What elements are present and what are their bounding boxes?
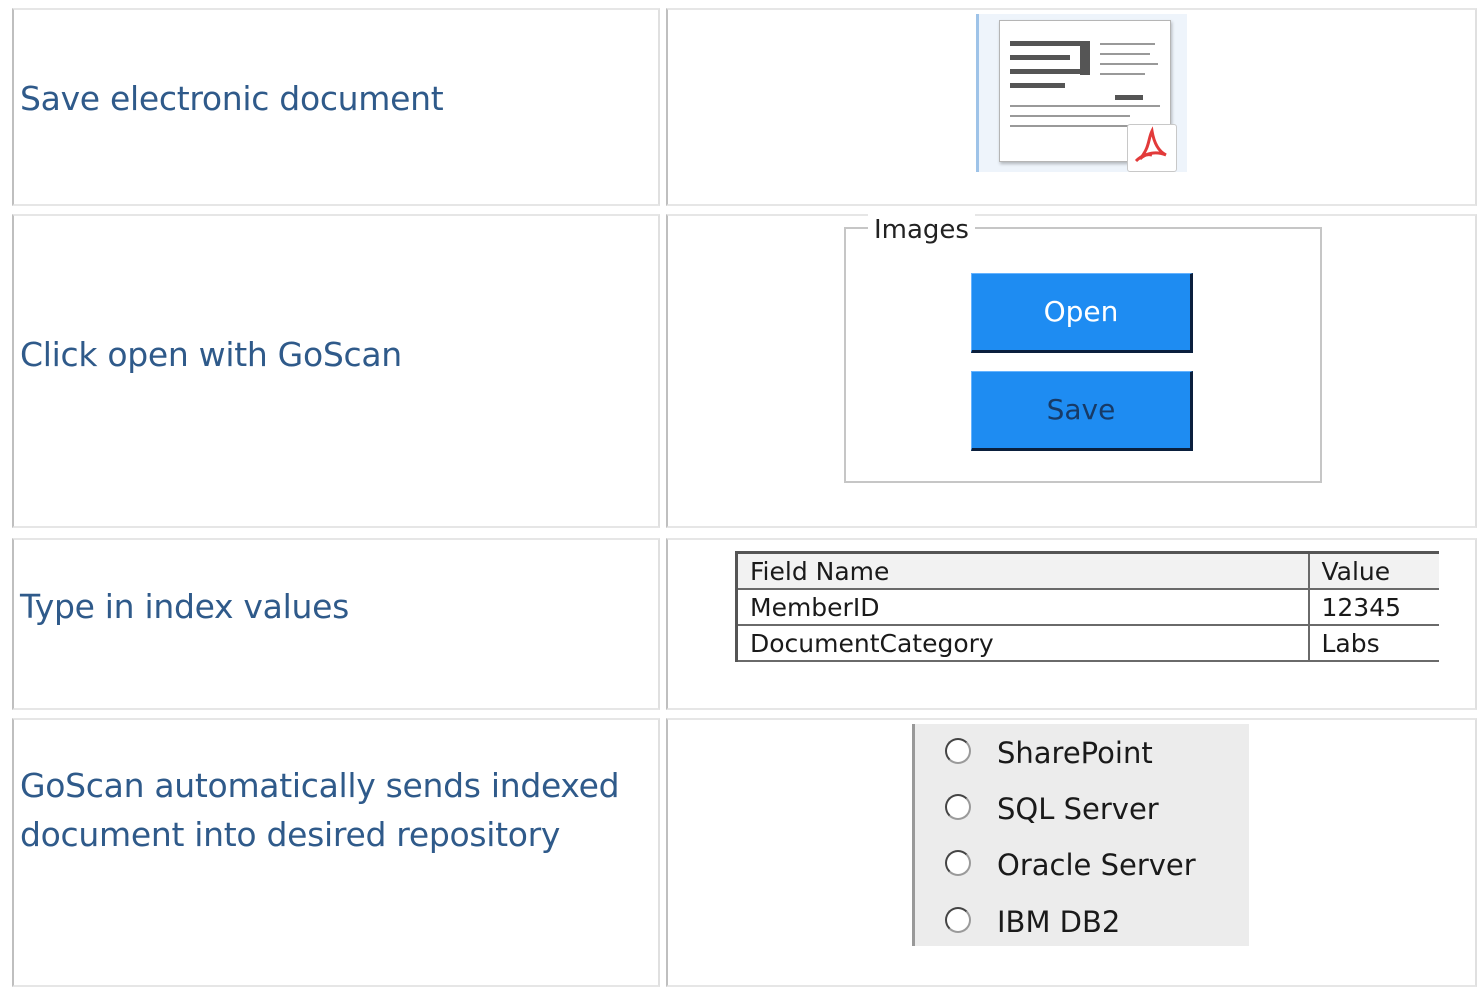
field-name-cell: DocumentCategory xyxy=(736,625,1310,662)
step-label-cell-3: Type in index values xyxy=(12,538,660,710)
radio-button-icon[interactable] xyxy=(945,850,971,876)
pdf-icon xyxy=(1127,124,1177,172)
scanned-document-thumbnail-icon xyxy=(976,14,1187,172)
radio-option-label: SharePoint xyxy=(997,736,1153,770)
open-button[interactable]: Open xyxy=(971,273,1193,353)
radio-option-label: SQL Server xyxy=(997,792,1159,826)
step-label-cell-2: Click open with GoScan xyxy=(12,214,660,528)
radio-button-icon[interactable] xyxy=(945,907,971,933)
value-cell[interactable]: 12345 xyxy=(1308,589,1439,626)
value-cell[interactable]: Labs xyxy=(1308,625,1439,662)
radio-option-label: IBM DB2 xyxy=(997,905,1121,939)
grid-header-value: Value xyxy=(1308,551,1439,590)
grid-header-row: Field Name Value xyxy=(736,551,1439,590)
radio-button-icon[interactable] xyxy=(945,738,971,764)
radio-option-label: Oracle Server xyxy=(997,848,1196,882)
table-row[interactable]: DocumentCategory Labs xyxy=(736,625,1439,662)
grid-header-field-name: Field Name xyxy=(736,551,1310,590)
index-values-grid: Field Name Value MemberID 12345 Document… xyxy=(735,551,1439,662)
field-name-cell: MemberID xyxy=(736,589,1310,626)
radio-button-icon[interactable] xyxy=(945,794,971,820)
repository-radio-group: SharePoint SQL Server Oracle Server IBM … xyxy=(912,724,1249,946)
save-button[interactable]: Save xyxy=(971,371,1193,451)
step-label-cell-4: GoScan automatically sends indexed docum… xyxy=(12,718,660,987)
step-label: Type in index values xyxy=(20,587,349,626)
step-label: Save electronic document xyxy=(20,79,444,118)
step-label-cell-1: Save electronic document xyxy=(12,8,660,206)
images-groupbox-legend: Images xyxy=(868,212,975,248)
table-row[interactable]: MemberID 12345 xyxy=(736,589,1439,626)
step-label: Click open with GoScan xyxy=(20,335,402,374)
step-label: GoScan automatically sends indexed docum… xyxy=(20,766,620,854)
